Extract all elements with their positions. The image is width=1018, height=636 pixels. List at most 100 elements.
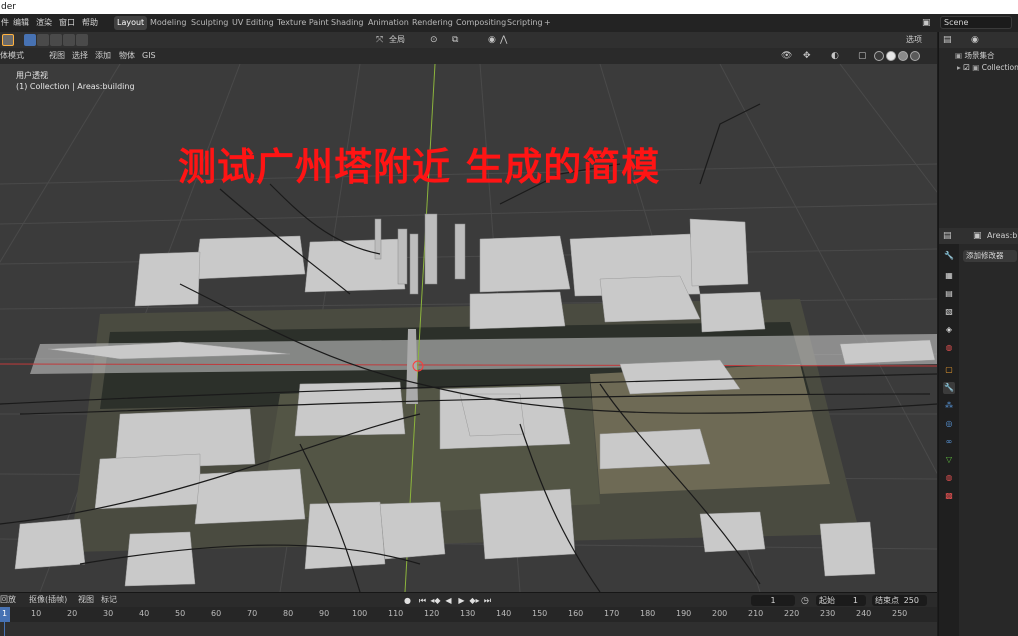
current-frame-field[interactable]: 1 <box>751 595 795 606</box>
menu-window[interactable]: 窗口 <box>59 17 75 29</box>
xray-icon[interactable]: ▢ <box>858 51 867 61</box>
pivot-icon[interactable]: ⊙ <box>430 35 438 45</box>
end-frame-field[interactable]: 结束点 250 <box>872 595 927 606</box>
viewport-menu-header: 体模式 视图 选择 添加 物体 GIS 👁 ✥ ◐ ▢ <box>0 48 937 64</box>
checkbox-icon[interactable]: ☑ <box>963 63 972 72</box>
modifier-tab-icon[interactable]: 🔧 <box>943 382 955 394</box>
menu-object[interactable]: 物体 <box>119 51 135 61</box>
overlay-icon[interactable]: ◐ <box>831 51 839 61</box>
scene-selector[interactable]: Scene <box>940 16 1012 29</box>
select-mode-invert-button[interactable] <box>63 34 75 46</box>
menu-edit[interactable]: 编辑 <box>13 17 29 29</box>
tab-scripting[interactable]: Scripting <box>504 16 546 30</box>
object-tab-icon[interactable]: ▢ <box>943 364 955 376</box>
menu-help[interactable]: 帮助 <box>82 17 98 29</box>
outliner-scene-collection[interactable]: ▣ 场景集合 <box>939 50 1018 62</box>
ruler-tick: 190 <box>676 609 692 618</box>
timeline-ruler[interactable]: 1 10 20 30 40 50 60 70 80 90 100 110 120… <box>0 607 937 622</box>
tab-uv-editing[interactable]: UV Editing <box>229 16 277 30</box>
transform-orientation-dropdown[interactable]: 全局 <box>389 35 405 45</box>
world-tab-icon[interactable]: ◍ <box>943 342 955 354</box>
menu-select[interactable]: 选择 <box>72 51 88 61</box>
play-reverse-button[interactable]: ◀ <box>443 595 454 606</box>
menu-file[interactable]: 件 <box>1 17 9 29</box>
select-mode-new-button[interactable] <box>24 34 36 46</box>
play-button[interactable]: ▶ <box>456 595 467 606</box>
jump-end-button[interactable]: ⏭ <box>482 595 493 606</box>
scene-tab-icon[interactable]: ◈ <box>943 324 955 336</box>
tab-rendering[interactable]: Rendering <box>409 16 456 30</box>
jump-start-button[interactable]: ⏮ <box>417 595 428 606</box>
add-workspace-button[interactable]: + <box>541 16 554 30</box>
ruler-tick: 40 <box>139 609 150 618</box>
select-mode-intersect-button[interactable] <box>76 34 88 46</box>
markers-menu[interactable]: 标记 <box>101 595 117 605</box>
render-tab-icon[interactable]: ▦ <box>943 270 955 282</box>
ruler-tick: 100 <box>352 609 368 618</box>
select-mode-subtract-button[interactable] <box>50 34 62 46</box>
display-mode-icon[interactable]: ◉ <box>971 35 979 45</box>
menu-render[interactable]: 渲染 <box>36 17 52 29</box>
properties-header: ▤ ▣ Areas:buildi <box>939 228 1018 244</box>
visibility-icon[interactable]: 👁 <box>781 51 792 61</box>
playback-menu[interactable]: 回放 <box>0 595 16 605</box>
timeline-header: 回放 抠像(插帧) 视图 标记 ● ⏮ ◂◆ ◀ ▶ ◆▸ ⏭ 1 ◷ 起始 1… <box>0 592 937 607</box>
ruler-tick: 160 <box>568 609 584 618</box>
tab-compositing[interactable]: Compositing <box>453 16 509 30</box>
rendered-shading-icon[interactable] <box>910 51 920 61</box>
ruler-tick: 80 <box>283 609 294 618</box>
tab-sculpting[interactable]: Sculpting <box>188 16 231 30</box>
tab-layout[interactable]: Layout <box>114 16 148 30</box>
keying-menu[interactable]: 抠像(插帧) <box>29 595 67 605</box>
add-modifier-dropdown[interactable]: 添加修改器 <box>963 250 1017 262</box>
view-layer-tab-icon[interactable]: ▧ <box>943 306 955 318</box>
ruler-tick: 250 <box>892 609 908 618</box>
properties-editor-icon[interactable]: ▤ <box>943 231 952 241</box>
window-title-bar: der <box>0 0 1018 14</box>
texture-tab-icon[interactable]: ▩ <box>943 490 955 502</box>
tab-texture-paint[interactable]: Texture Paint <box>274 16 332 30</box>
falloff-icon[interactable]: ⋀ <box>500 35 507 45</box>
video-caption: 测试广州塔附近 生成的简模 <box>178 145 661 189</box>
menu-gis[interactable]: GIS <box>142 51 156 61</box>
ruler-tick: 1 <box>2 609 8 618</box>
scene-icon[interactable]: ▣ <box>922 18 931 28</box>
tab-modeling[interactable]: Modeling <box>147 16 189 30</box>
select-tool-button[interactable] <box>2 34 14 46</box>
editor-type-icon[interactable]: ▤ <box>943 35 952 45</box>
ruler-tick: 140 <box>496 609 512 618</box>
prev-keyframe-button[interactable]: ◂◆ <box>430 595 441 606</box>
clock-icon[interactable]: ◷ <box>801 596 809 606</box>
menu-view[interactable]: 视图 <box>49 51 65 61</box>
select-mode-extend-button[interactable] <box>37 34 49 46</box>
material-tab-icon[interactable]: ◍ <box>943 472 955 484</box>
particles-tab-icon[interactable]: ⁂ <box>943 400 955 412</box>
playhead-line <box>4 622 5 636</box>
timeline-view-menu[interactable]: 视图 <box>78 595 94 605</box>
record-button[interactable]: ● <box>402 595 413 606</box>
mode-dropdown[interactable]: 体模式 <box>0 51 24 61</box>
menu-add[interactable]: 添加 <box>95 51 111 61</box>
start-frame-field[interactable]: 起始 1 <box>816 595 866 606</box>
timeline-track-area[interactable] <box>0 622 937 636</box>
outliner-collection-row[interactable]: ▸ ☑ ▣ Collection <box>939 62 1018 74</box>
viewport-tool-header: ⤧ 全局 ⊙ ⧉ ◉ ⋀ 选项 <box>0 32 937 48</box>
material-shading-icon[interactable] <box>898 51 908 61</box>
snap-icon[interactable]: ⧉ <box>452 35 458 45</box>
object-data-tab-icon[interactable]: ▽ <box>943 454 955 466</box>
proportional-edit-icon[interactable]: ◉ <box>488 35 496 45</box>
tab-shading[interactable]: Shading <box>328 16 367 30</box>
ruler-tick: 30 <box>103 609 114 618</box>
output-tab-icon[interactable]: ▤ <box>943 288 955 300</box>
ruler-tick: 110 <box>388 609 404 618</box>
tool-tab-icon[interactable]: 🔧 <box>943 250 955 262</box>
options-dropdown[interactable]: 选项 <box>906 35 922 45</box>
gizmo-icon[interactable]: ✥ <box>803 51 811 61</box>
3d-viewport[interactable]: 用户透视 (1) Collection | Areas:building 测试广… <box>0 64 937 592</box>
constraints-tab-icon[interactable]: ∞ <box>943 436 955 448</box>
solid-shading-icon[interactable] <box>886 51 896 61</box>
tab-animation[interactable]: Animation <box>365 16 412 30</box>
wireframe-shading-icon[interactable] <box>874 51 884 61</box>
next-keyframe-button[interactable]: ◆▸ <box>469 595 480 606</box>
physics-tab-icon[interactable]: ◎ <box>943 418 955 430</box>
